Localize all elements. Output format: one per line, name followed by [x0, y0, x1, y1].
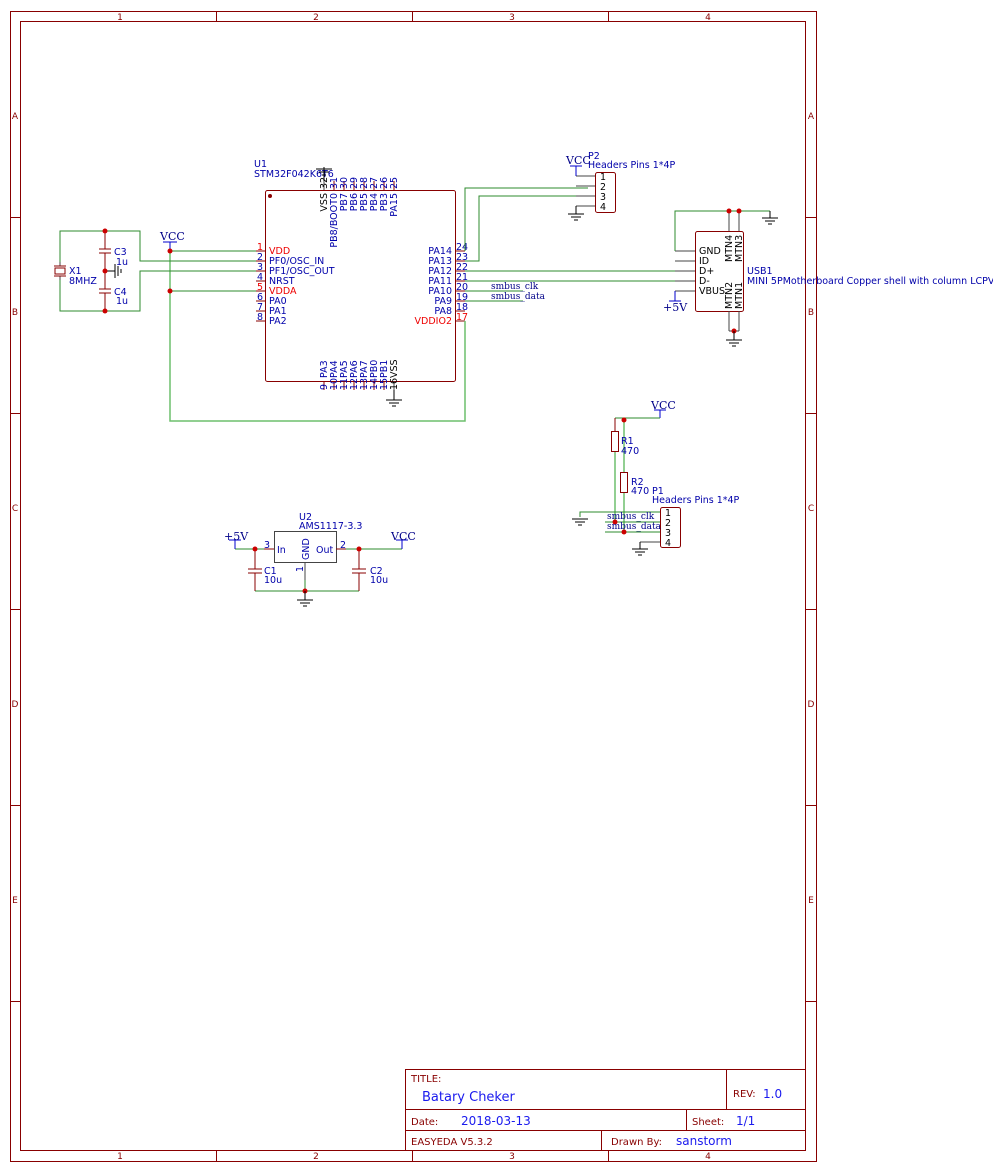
- u1-stm32[interactable]: U1 STM32F042K6T6 1 VDD2 PF0/OSC_IN3 PF1/OSC…: [254, 159, 468, 390]
- x1-crystal[interactable]: X1 8MHZ: [54, 262, 97, 287]
- svg-text:VCC: VCC: [390, 530, 416, 543]
- grid-column-label: 3: [509, 13, 515, 23]
- svg-text:1/1: 1/1: [736, 1114, 755, 1128]
- svg-text:1: 1: [295, 566, 306, 572]
- vcc-symbol-u1: VCC: [159, 230, 185, 251]
- svg-text:Out: Out: [316, 545, 333, 556]
- u1-pin-name: VSS: [389, 359, 400, 378]
- ground-symbol-usb-top: [762, 211, 778, 225]
- c3-capacitor[interactable]: C3 1u: [99, 231, 128, 271]
- vcc-label: VCC: [159, 230, 185, 243]
- svg-text:Headers Pins 1*4P: Headers Pins 1*4P: [652, 495, 740, 506]
- u1-pin-name: VDDIO2: [415, 316, 452, 327]
- ground-symbol-p1-pin1: [572, 518, 588, 526]
- p2-value: Headers Pins 1*4P: [588, 160, 676, 171]
- svg-text:VCC: VCC: [565, 154, 591, 167]
- u1-pin-name: PA15: [389, 193, 400, 217]
- vcc-symbol-r: VCC: [650, 399, 676, 418]
- svg-text:Sheet:: Sheet:: [692, 1117, 724, 1128]
- vcc-symbol-u2: VCC: [390, 530, 416, 549]
- usb1-pin-name: MTN3: [734, 235, 745, 262]
- sheet-frame: 1 1 2 2 3 3 4 4 A A B B C C D D E E: [10, 11, 817, 1162]
- schematic-sheet: 1 1 2 2 3 3 4 4 A A B B C C D D E E U1 STM32F042K6T6 1 VDD…: [10, 11, 993, 1162]
- grid-column-label: 4: [705, 13, 711, 23]
- net-label-smbus-data-p1: smbus_data: [607, 522, 662, 532]
- svg-text:1.0: 1.0: [763, 1087, 782, 1101]
- x1-value: 8MHZ: [69, 276, 97, 287]
- grid-column-label: 2: [313, 1152, 319, 1162]
- ground-symbol-u2: [297, 591, 313, 607]
- svg-text:GND: GND: [301, 538, 312, 560]
- svg-text:EASYEDA V5.3.2: EASYEDA V5.3.2: [411, 1137, 493, 1148]
- r2-resistor[interactable]: R2470: [620, 472, 650, 498]
- svg-text:AMS1117-3.3: AMS1117-3.3: [299, 521, 362, 532]
- svg-text:+5V: +5V: [224, 530, 249, 543]
- grid-row-label: B: [808, 308, 814, 318]
- p1-header[interactable]: 1234 P1Headers Pins 1*4P: [640, 486, 740, 549]
- usb1-pin-name: MTN1: [734, 282, 745, 309]
- usb1-value: MINI 5PMotherboard Copper shell with col…: [747, 276, 993, 287]
- grid-column-label: 4: [705, 1152, 711, 1162]
- u1-pin-number: 17: [456, 312, 468, 323]
- r1-resistor[interactable]: R1470: [611, 418, 640, 457]
- u1-pin-number: 8: [257, 312, 263, 323]
- grid-row-label: B: [12, 308, 18, 318]
- svg-text:4: 4: [600, 202, 606, 213]
- svg-text:TITLE:: TITLE:: [410, 1074, 441, 1085]
- svg-text:In: In: [277, 545, 286, 556]
- svg-text:10u: 10u: [264, 575, 282, 586]
- svg-text:Drawn By:: Drawn By:: [611, 1137, 662, 1148]
- svg-text:10u: 10u: [370, 575, 388, 586]
- c2-capacitor[interactable]: C210u: [352, 549, 388, 591]
- net-label-smbus-clk: smbus_clk: [491, 282, 539, 292]
- svg-text:4: 4: [665, 538, 671, 549]
- svg-text:2018-03-13: 2018-03-13: [461, 1114, 531, 1128]
- net-label-smbus-clk-p1: smbus_clk: [607, 512, 655, 522]
- u1-pin-name: PA2: [269, 316, 287, 327]
- grid-row-label: D: [808, 700, 815, 710]
- grid-column-label: 1: [117, 13, 123, 23]
- c4-value: 1u: [116, 296, 128, 307]
- usb1-connector[interactable]: GNDIDD+D-VBUSMTN4 MTN3MTN2 MTN1 USB1 MINI …: [675, 211, 993, 331]
- grid-row-label: A: [808, 112, 815, 122]
- u2-regulator[interactable]: In Out GND 3 2 1 U2 AMS1117-3.3: [264, 512, 362, 580]
- svg-text:470: 470: [621, 446, 639, 457]
- c4-capacitor[interactable]: C4 1u: [99, 271, 128, 311]
- svg-text:sanstorm: sanstorm: [676, 1134, 732, 1148]
- grid-column-label: 2: [313, 13, 319, 23]
- grid-row-label: C: [12, 504, 18, 514]
- p5v-symbol-usb: +5V: [663, 291, 688, 314]
- ground-symbol-usb-bottom: [726, 331, 742, 347]
- title-block: TITLE: Batary Cheker REV: 1.0 Date: 2018…: [405, 1069, 806, 1151]
- ground-symbol-u1-bottom: [386, 390, 402, 407]
- vcc-symbol-p2: VCC: [565, 154, 591, 176]
- grid-row-label: C: [808, 504, 814, 514]
- svg-text:REV:: REV:: [733, 1089, 756, 1100]
- u1-pin-number: 16: [389, 378, 400, 390]
- grid-row-label: D: [12, 700, 19, 710]
- svg-text:+5V: +5V: [663, 301, 688, 314]
- grid-column-label: 1: [117, 1152, 123, 1162]
- title-text: Batary Cheker: [422, 1090, 515, 1105]
- net-label-smbus-data: smbus_data: [491, 292, 546, 302]
- grid-row-label: E: [808, 896, 814, 906]
- ground-symbol-p1-pin4: [632, 542, 648, 556]
- svg-text:2: 2: [340, 540, 346, 551]
- p2-header[interactable]: 1234 P2 Headers Pins 1*4P: [576, 151, 676, 213]
- svg-text:470: 470: [631, 486, 649, 497]
- grid-row-label: A: [12, 112, 19, 122]
- svg-text:VCC: VCC: [650, 399, 676, 412]
- grid-column-label: 3: [509, 1152, 515, 1162]
- p5v-symbol-u2: +5V: [224, 530, 249, 549]
- svg-text:Date:: Date:: [411, 1117, 438, 1128]
- svg-text:3: 3: [264, 540, 270, 551]
- usb1-pin-name: VBUS: [699, 286, 725, 297]
- ground-symbol-p2: [568, 206, 584, 221]
- grid-row-label: E: [12, 896, 18, 906]
- u1-pin-number: 25: [389, 177, 400, 189]
